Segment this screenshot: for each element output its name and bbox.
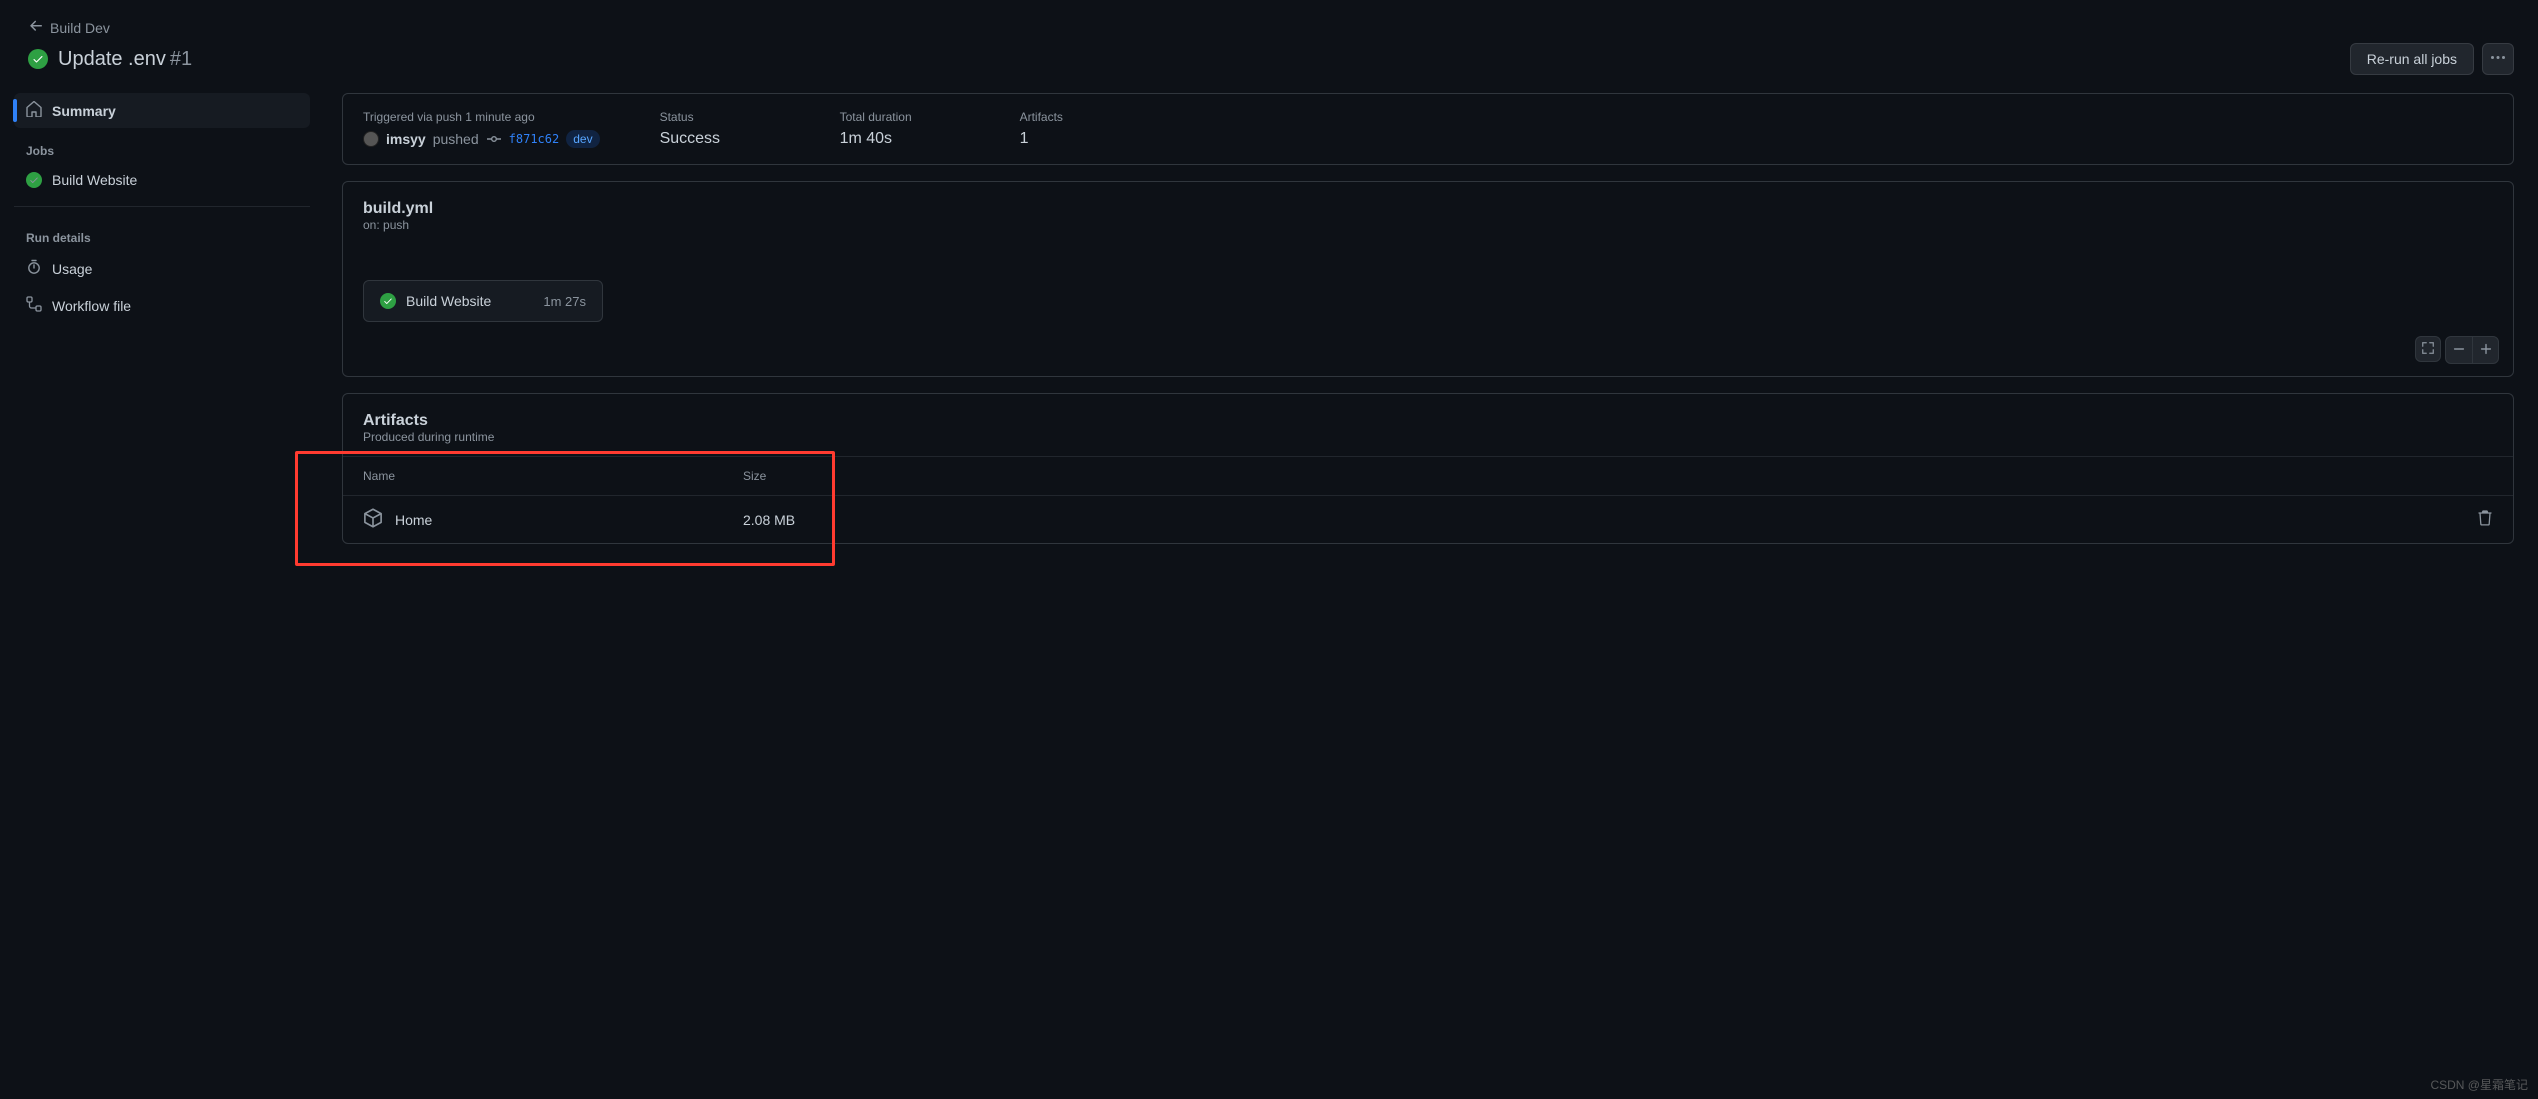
main-content: Triggered via push 1 minute ago imsyy pu… (342, 93, 2514, 544)
sidebar-item-job[interactable]: Build Website (14, 164, 310, 196)
workflow-trigger: on: push (363, 218, 2493, 232)
zoom-out-button[interactable] (2446, 337, 2472, 363)
fullscreen-icon (2421, 341, 2435, 358)
job-duration: 1m 27s (543, 294, 586, 309)
arrow-left-icon (28, 18, 44, 37)
fullscreen-button[interactable] (2415, 336, 2441, 362)
artifact-size: 2.08 MB (743, 512, 863, 528)
branch-pill[interactable]: dev (566, 130, 599, 148)
watermark: CSDN @星霜笔记 (2430, 1076, 2528, 1093)
job-card[interactable]: Build Website 1m 27s (363, 280, 603, 322)
status-success-icon (28, 49, 48, 69)
sidebar-item-label: Build Website (52, 172, 137, 188)
trigger-label: Triggered via push 1 minute ago (363, 110, 600, 124)
user-avatar[interactable] (363, 131, 379, 147)
sidebar-item-usage[interactable]: Usage (14, 251, 310, 286)
artifacts-count[interactable]: 1 (1020, 130, 1140, 148)
artifacts-subtitle: Produced during runtime (363, 430, 2493, 444)
user-link[interactable]: imsyy (386, 131, 426, 147)
package-icon (363, 508, 383, 531)
sidebar-item-workflow-file[interactable]: Workflow file (14, 288, 310, 323)
status-label: Status (660, 110, 780, 124)
sidebar-item-label: Workflow file (52, 298, 131, 314)
artifacts-table: Name Size Home 2.08 MB (343, 456, 2513, 543)
minus-icon (2452, 342, 2466, 359)
workflow-graph-panel: build.yml on: push Build Website 1m 27s (342, 181, 2514, 377)
sidebar-item-label: Summary (52, 103, 116, 119)
workflow-file-name: build.yml (363, 200, 2493, 218)
delete-artifact-button[interactable] (2477, 510, 2493, 529)
back-link-label: Build Dev (50, 20, 110, 36)
duration-value[interactable]: 1m 40s (840, 130, 960, 148)
commit-icon (486, 131, 502, 147)
sidebar-heading-jobs: Jobs (14, 130, 310, 164)
col-header-name: Name (363, 469, 743, 483)
commit-sha[interactable]: f871c62 (509, 132, 560, 146)
check-circle-icon (26, 172, 42, 188)
artifacts-table-row: Home 2.08 MB (343, 495, 2513, 543)
more-actions-button[interactable] (2482, 43, 2514, 75)
sidebar-heading-details: Run details (14, 217, 310, 251)
workflow-icon (26, 296, 42, 315)
back-link[interactable]: Build Dev (28, 18, 2514, 37)
home-icon (26, 101, 42, 120)
kebab-icon (2490, 50, 2506, 69)
artifacts-panel: Artifacts Produced during runtime Name S… (342, 393, 2514, 544)
run-summary-panel: Triggered via push 1 minute ago imsyy pu… (342, 93, 2514, 165)
col-header-size: Size (743, 469, 863, 483)
trash-icon (2477, 513, 2493, 529)
trigger-action: pushed (433, 131, 479, 147)
sidebar-item-label: Usage (52, 261, 92, 277)
sidebar-item-summary[interactable]: Summary (14, 93, 310, 128)
artifacts-label: Artifacts (1020, 110, 1140, 124)
artifacts-table-header: Name Size (343, 456, 2513, 495)
status-value: Success (660, 130, 780, 148)
job-name: Build Website (406, 293, 533, 309)
check-circle-icon (380, 293, 396, 309)
page-title: Update .env#1 (58, 48, 192, 71)
sidebar: Summary Jobs Build Website Run details U… (14, 93, 310, 544)
artifact-name[interactable]: Home (395, 512, 432, 528)
zoom-in-button[interactable] (2472, 337, 2498, 363)
artifacts-title: Artifacts (363, 412, 2493, 430)
rerun-all-jobs-button[interactable]: Re-run all jobs (2350, 43, 2474, 75)
duration-label: Total duration (840, 110, 960, 124)
stopwatch-icon (26, 259, 42, 278)
sidebar-divider (14, 206, 310, 207)
plus-icon (2479, 342, 2493, 359)
